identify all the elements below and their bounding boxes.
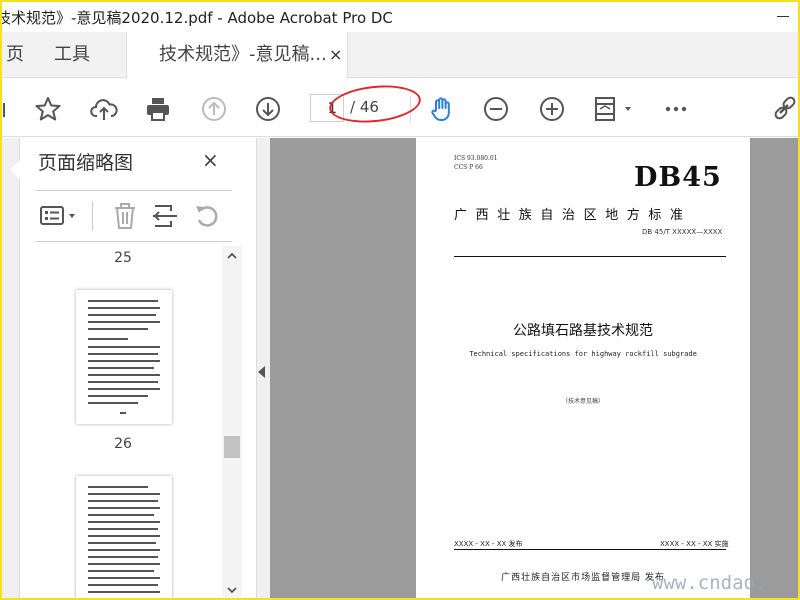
- upload-button[interactable]: [88, 93, 120, 125]
- fit-page-dropdown[interactable]: [592, 93, 636, 125]
- extract-page-button[interactable]: [150, 201, 180, 231]
- partial-icon: [3, 103, 5, 117]
- rotate-icon: [196, 206, 218, 227]
- page-thumbnail[interactable]: [76, 476, 172, 598]
- hand-tool-icon: [431, 97, 450, 121]
- panel-toolbar: [36, 190, 232, 242]
- document-subtitle: Technical specifications for highway roc…: [469, 350, 697, 358]
- page-thumbnails-panel: 页面缩略图 × 25 26: [2, 138, 256, 598]
- sidebar-rail: [2, 138, 20, 598]
- thumbnail-page-number: 26: [114, 436, 132, 452]
- delete-icon: [115, 203, 135, 229]
- link-icon: [774, 96, 796, 120]
- page-options-icon: [40, 206, 75, 225]
- window-title: 技术规范》-意见稿2020.12.pdf - Adobe Acrobat Pro…: [0, 9, 393, 27]
- scrollbar-thumb[interactable]: [224, 436, 240, 458]
- divider-line: [454, 256, 726, 257]
- hand-tool-button[interactable]: [426, 93, 458, 125]
- star-icon: [35, 97, 61, 121]
- tab-document-label: 技术规范》-意见稿...: [159, 44, 327, 65]
- page-up-icon: [202, 97, 226, 121]
- pdf-page: ICS 93.080.01 CCS P 66 DB45 广西壮族自治区地方标准 …: [416, 138, 750, 598]
- thumbnail-list: 25 26: [36, 244, 220, 598]
- tab-close-button[interactable]: ×: [329, 32, 342, 78]
- title-bar: 技术规范》-意见稿2020.12.pdf - Adobe Acrobat Pro…: [2, 2, 798, 32]
- zoom-out-button[interactable]: [480, 93, 512, 125]
- sidebar-active-notch: [10, 160, 20, 180]
- tab-bar: 页 工具 技术规范》-意见稿... ×: [2, 32, 798, 79]
- implement-date: XXXX - XX - XX 实施: [660, 540, 729, 548]
- fit-page-icon: [595, 97, 631, 121]
- rotate-page-button[interactable]: [192, 201, 222, 231]
- tab-home[interactable]: 页: [6, 32, 24, 78]
- minimize-button[interactable]: [772, 8, 794, 26]
- tab-tools[interactable]: 工具: [54, 32, 90, 78]
- delete-page-button[interactable]: [110, 201, 140, 231]
- panel-toolbar-divider: [92, 201, 93, 231]
- previous-page-button[interactable]: [198, 93, 230, 125]
- publish-date: XXXX - XX - XX 发布: [454, 540, 523, 548]
- thumbnail-page-number: 25: [114, 250, 132, 266]
- zoom-out-icon: [484, 97, 508, 121]
- more-icon: [665, 106, 687, 112]
- standard-region: 广西壮族自治区地方标准: [454, 208, 692, 223]
- tab-document[interactable]: 技术规范》-意见稿... ×: [126, 32, 348, 79]
- panel-close-button[interactable]: ×: [202, 148, 219, 172]
- print-icon: [147, 98, 169, 121]
- bookmark-star-button[interactable]: [32, 93, 64, 125]
- extract-icon: [153, 205, 177, 227]
- next-page-button[interactable]: [252, 93, 284, 125]
- app-window: 技术规范》-意见稿2020.12.pdf - Adobe Acrobat Pro…: [0, 0, 800, 600]
- chevron-up-icon[interactable]: [226, 250, 238, 262]
- standard-number: DB 45/T XXXXX—XXXX: [642, 228, 723, 236]
- divider-line: [454, 549, 726, 550]
- zoom-in-button[interactable]: [536, 93, 568, 125]
- zoom-in-icon: [540, 97, 564, 121]
- ics-code: ICS 93.080.01 CCS P 66: [454, 155, 498, 171]
- share-link-button[interactable]: [774, 93, 798, 125]
- thumbnail-scrollbar[interactable]: [222, 246, 242, 598]
- standard-code: DB45: [634, 162, 722, 193]
- page-down-icon: [256, 97, 280, 121]
- panel-title: 页面缩略图: [38, 152, 134, 174]
- chevron-down-icon[interactable]: [226, 584, 238, 596]
- panel-collapse-handle[interactable]: [256, 138, 270, 598]
- draft-label: （技术意见稿）: [561, 398, 604, 405]
- chevron-left-icon: [258, 366, 265, 378]
- cloud-upload-icon: [90, 99, 118, 120]
- page-options-button[interactable]: [38, 201, 82, 231]
- document-title: 公路填石路基技术规范: [513, 323, 653, 339]
- print-button[interactable]: [142, 93, 174, 125]
- watermark-text: www.cndao.: [652, 572, 767, 594]
- document-viewport[interactable]: ICS 93.080.01 CCS P 66 DB45 广西壮族自治区地方标准 …: [270, 138, 798, 598]
- toolbar-overflow-left: [2, 93, 16, 125]
- more-tools-button[interactable]: [660, 93, 692, 125]
- page-thumbnail[interactable]: [76, 290, 172, 424]
